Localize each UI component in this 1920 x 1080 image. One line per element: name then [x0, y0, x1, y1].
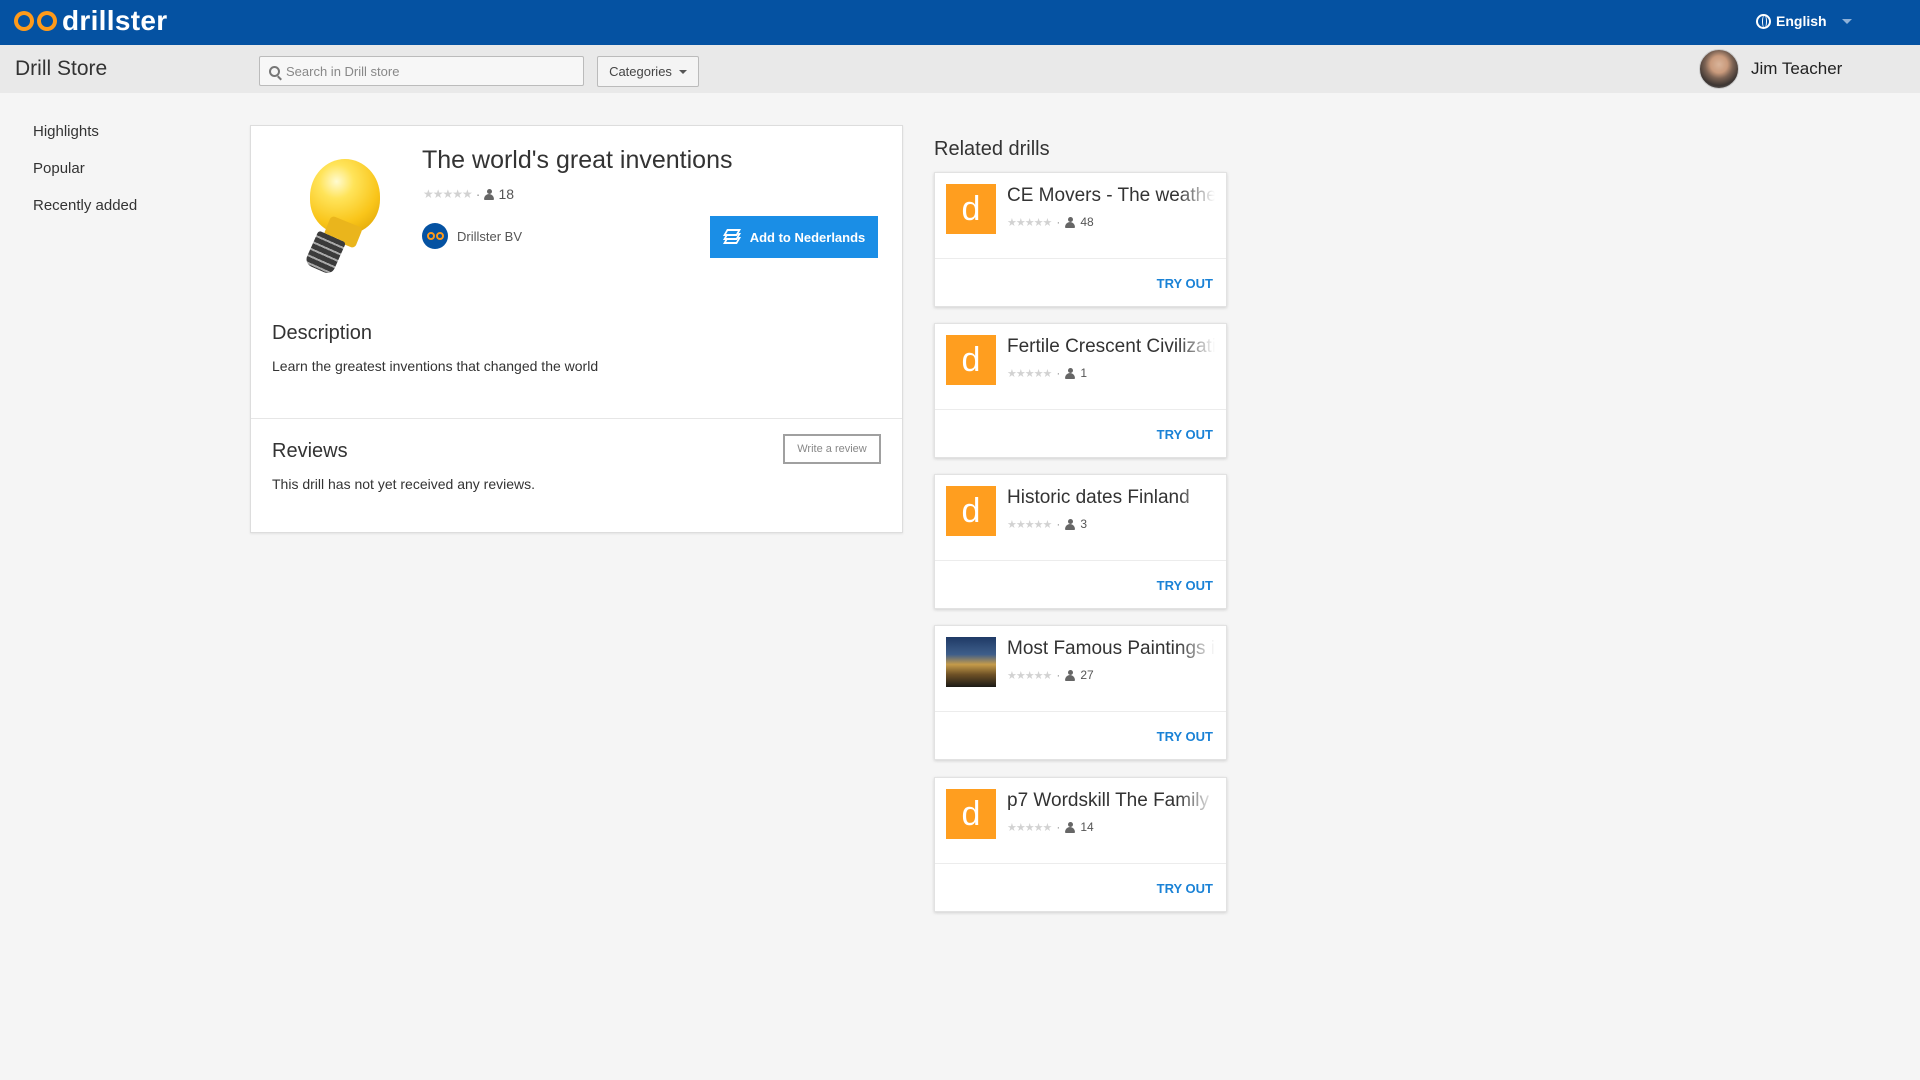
drill-thumbnail[interactable]: d — [946, 184, 996, 234]
search-input[interactable] — [286, 63, 566, 79]
related-drill-meta: ★★★★★ · 3 — [1007, 517, 1087, 531]
layers-icon — [722, 229, 741, 244]
rating-stars: ★★★★★ — [1007, 216, 1052, 229]
card-divider — [935, 560, 1226, 561]
drill-thumbnail[interactable]: d — [946, 789, 996, 839]
write-review-button[interactable]: Write a review — [783, 434, 881, 464]
drill-meta: ★★★★★ · 18 — [423, 186, 514, 202]
nav-item-recently-added[interactable]: Recently added — [33, 196, 137, 233]
rating-stars: ★★★★★ — [1007, 518, 1052, 531]
try-out-link[interactable]: TRY OUT — [1157, 427, 1213, 442]
related-drill-card[interactable]: Most Famous Paintings i ★★★★★ · 27 TRY O… — [934, 625, 1227, 760]
users-count: 14 — [1080, 820, 1094, 834]
separator-dot: · — [1056, 366, 1061, 380]
related-drill-title[interactable]: Fertile Crescent Civilizati — [1007, 336, 1215, 358]
rating-stars: ★★★★★ — [1007, 821, 1052, 834]
reviews-heading: Reviews — [272, 440, 348, 462]
nav-item-popular[interactable]: Popular — [33, 159, 137, 196]
store-nav: Highlights Popular Recently added — [33, 122, 137, 233]
related-drill-title[interactable]: CE Movers - The weathe — [1007, 185, 1215, 207]
users-count: 48 — [1080, 215, 1094, 229]
store-header: Drill Store Categories Jim Teacher — [0, 45, 1920, 93]
rating-stars: ★★★★★ — [423, 187, 473, 201]
users-count: 3 — [1080, 517, 1087, 531]
drillster-eyes-icon — [14, 11, 57, 31]
separator-dot: · — [1056, 517, 1061, 531]
drill-thumbnail[interactable]: d — [946, 335, 996, 385]
drill-detail-card: The world's great inventions ★★★★★ · 18 … — [250, 125, 903, 533]
related-drill-title[interactable]: Historic dates Finland — [1007, 487, 1215, 509]
person-icon — [1065, 216, 1076, 228]
description-text: Learn the greatest inventions that chang… — [272, 358, 599, 374]
separator-dot: · — [475, 186, 481, 202]
related-drill-meta: ★★★★★ · 14 — [1007, 820, 1094, 834]
categories-label: Categories — [609, 64, 672, 79]
related-drill-card[interactable]: d Historic dates Finland ★★★★★ · 3 TRY O… — [934, 474, 1227, 609]
related-drill-title[interactable]: Most Famous Paintings i — [1007, 638, 1215, 660]
drillster-logo[interactable]: drillster — [14, 7, 167, 35]
divider — [251, 418, 902, 419]
user-menu[interactable]: Jim Teacher — [1699, 49, 1842, 89]
person-icon — [1065, 669, 1076, 681]
search-box[interactable] — [259, 56, 584, 86]
add-to-group-button[interactable]: Add to Nederlands — [710, 216, 878, 258]
card-divider — [935, 711, 1226, 712]
rating-stars: ★★★★★ — [1007, 669, 1052, 682]
drill-owner[interactable]: Drillster BV — [422, 223, 522, 249]
related-drill-meta: ★★★★★ · 48 — [1007, 215, 1094, 229]
try-out-link[interactable]: TRY OUT — [1157, 276, 1213, 291]
user-name[interactable]: Jim Teacher — [1751, 59, 1842, 79]
caret-down-icon — [678, 69, 687, 74]
avatar[interactable] — [1699, 49, 1739, 89]
person-icon — [1065, 518, 1076, 530]
users-count: 27 — [1080, 668, 1094, 682]
person-icon — [1065, 821, 1076, 833]
language-label: English — [1776, 13, 1827, 29]
related-drill-meta: ★★★★★ · 27 — [1007, 668, 1094, 682]
try-out-link[interactable]: TRY OUT — [1157, 729, 1213, 744]
chevron-down-icon — [1841, 18, 1852, 24]
owner-name: Drillster BV — [457, 228, 523, 244]
try-out-link[interactable]: TRY OUT — [1157, 881, 1213, 896]
separator-dot: · — [1056, 820, 1061, 834]
description-heading: Description — [272, 322, 373, 344]
users-count: 1 — [1080, 366, 1087, 380]
users-count: 18 — [498, 186, 515, 202]
light-bulb-icon — [296, 159, 396, 276]
add-button-label: Add to Nederlands — [749, 229, 866, 245]
brand-name: drillster — [62, 5, 168, 36]
categories-dropdown[interactable]: Categories — [597, 56, 699, 87]
drillster-owner-icon — [422, 223, 448, 249]
card-divider — [935, 863, 1226, 864]
page-title: Drill Store — [15, 57, 108, 80]
card-divider — [935, 409, 1226, 410]
related-drill-card[interactable]: d p7 Wordskill The Family ★★★★★ · 14 TRY… — [934, 777, 1227, 912]
search-icon — [269, 65, 280, 77]
top-bar: drillster English — [0, 0, 1920, 45]
language-selector[interactable]: English — [1756, 13, 1852, 29]
reviews-empty-text: This drill has not yet received any revi… — [272, 476, 535, 492]
rating-stars: ★★★★★ — [1007, 367, 1052, 380]
drill-thumbnail[interactable]: d — [946, 486, 996, 536]
person-icon — [1065, 367, 1076, 379]
try-out-link[interactable]: TRY OUT — [1157, 578, 1213, 593]
drill-title: The world's great inventions — [422, 146, 733, 174]
separator-dot: · — [1056, 668, 1061, 682]
globe-icon — [1756, 13, 1771, 29]
nav-item-highlights[interactable]: Highlights — [33, 122, 137, 159]
related-drill-card[interactable]: d CE Movers - The weathe ★★★★★ · 48 TRY … — [934, 172, 1227, 307]
person-icon — [484, 188, 495, 200]
related-drill-card[interactable]: d Fertile Crescent Civilizati ★★★★★ · 1 … — [934, 323, 1227, 458]
related-drills-heading: Related drills — [934, 138, 1050, 160]
related-drill-title[interactable]: p7 Wordskill The Family — [1007, 790, 1215, 812]
separator-dot: · — [1056, 215, 1061, 229]
card-divider — [935, 258, 1226, 259]
related-drill-meta: ★★★★★ · 1 — [1007, 366, 1087, 380]
painting-thumbnail[interactable] — [946, 637, 996, 687]
